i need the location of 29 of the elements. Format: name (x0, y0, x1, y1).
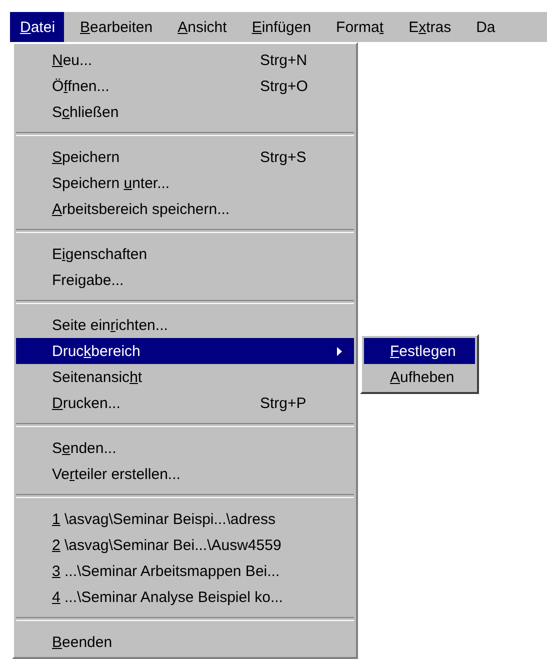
menu-item[interactable]: 2 \asvag\Seminar Bei...\Ausw4559 (16, 532, 354, 558)
submenu-item[interactable]: Aufheben (364, 364, 475, 390)
shortcut-text: Strg+N (260, 52, 308, 68)
submenu-item[interactable]: Festlegen (364, 338, 475, 364)
menu-item[interactable]: Verteiler erstellen... (16, 461, 354, 487)
menu-item[interactable]: Beenden (16, 629, 354, 655)
menu-bar-item[interactable]: Einfügen (242, 12, 320, 42)
menu-bar-item[interactable]: Ansicht (168, 12, 236, 42)
menu-item[interactable]: Schließen (16, 99, 354, 125)
menu-item[interactable]: Freigabe... (16, 267, 354, 293)
menu-item[interactable]: Speichern unter... (16, 170, 354, 196)
menu-item[interactable]: 1 \asvag\Seminar Beispi...\adress (16, 506, 354, 532)
menu-item[interactable]: 4 ...\Seminar Analyse Beispiel ko... (16, 584, 354, 610)
shortcut-text: Strg+S (260, 148, 308, 166)
menu-item[interactable]: Senden... (16, 435, 354, 461)
menu-item[interactable]: Speichern Strg+S (16, 144, 354, 170)
menu-item[interactable]: Eigenschaften (16, 241, 354, 267)
menu-bar-item[interactable]: Datei (10, 12, 64, 42)
menu-bar-item[interactable]: Bearbeiten (70, 12, 162, 42)
menu-bar-item[interactable]: Format (326, 12, 393, 42)
menu-item[interactable]: Seitenansicht (16, 364, 354, 390)
menu-bar-item[interactable]: Extras (398, 12, 460, 42)
menu-item[interactable]: 3 ...\Seminar Arbeitsmappen Bei... (16, 558, 354, 584)
shortcut-text: Strg+P (260, 394, 308, 412)
menu-item[interactable]: Öffnen... Strg+O (16, 73, 354, 99)
menu-bar-item[interactable]: Da (466, 12, 504, 42)
shortcut-text: Strg+O (260, 78, 309, 94)
menu-item[interactable]: Neu... Strg+N (16, 47, 354, 73)
menu-item[interactable]: Arbeitsbereich speichern... (16, 196, 354, 222)
